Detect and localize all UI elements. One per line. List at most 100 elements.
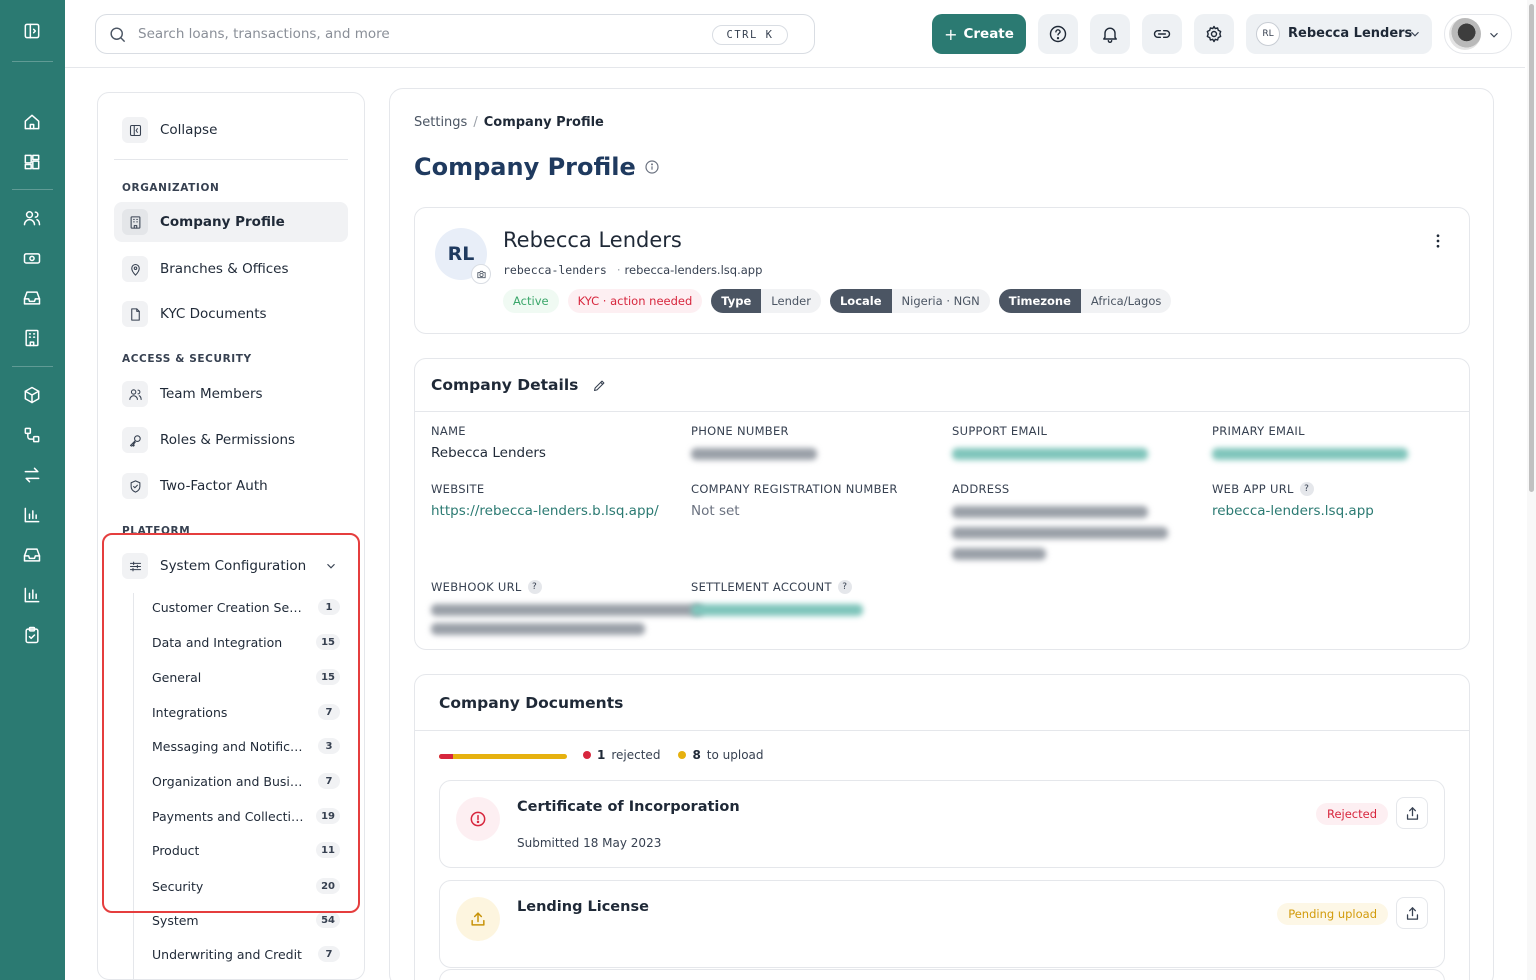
home-icon[interactable]	[20, 110, 44, 134]
sidebar-subitem[interactable]: Underwriting and Credit 7	[152, 943, 340, 965]
user-menu[interactable]	[1444, 14, 1512, 54]
shield-icon	[122, 473, 148, 499]
company-slug: rebecca-lenders · rebecca-lenders.lsq.ap…	[503, 263, 763, 277]
sidebar-subitem-label: Customer Creation Settings	[152, 599, 304, 615]
create-button[interactable]: + Create	[932, 14, 1026, 54]
sidebar-subitem-label: Messaging and Notifications	[152, 738, 304, 754]
loans-icon[interactable]	[20, 246, 44, 270]
search-icon	[108, 25, 127, 44]
sidebar-subitem-label: Underwriting and Credit	[152, 946, 302, 962]
collapse-button[interactable]: Collapse	[114, 110, 348, 150]
links-button[interactable]	[1142, 14, 1182, 54]
page-scrollbar[interactable]	[1527, 0, 1536, 980]
sidebar-subitem[interactable]: Payments and Collection 19	[152, 805, 340, 827]
help-icon	[1049, 25, 1067, 43]
account-avatar: RL	[1256, 22, 1280, 46]
document-row[interactable]: Certificate of Incorporation Submitted 1…	[439, 780, 1445, 868]
help-icon[interactable]: ?	[527, 580, 542, 594]
website-link[interactable]: https://rebecca-lenders.b.lsq.app/	[431, 501, 671, 521]
web-app-link[interactable]: rebecca-lenders.lsq.app	[1212, 501, 1452, 521]
profile-card: RL Rebecca Lenders rebecca-lenders · reb…	[414, 207, 1470, 334]
camera-icon[interactable]	[471, 264, 491, 284]
sidebar-item-branches[interactable]: Branches & Offices	[114, 249, 348, 289]
more-options-icon[interactable]	[1429, 232, 1447, 250]
sidebar-item-roles-permissions[interactable]: Roles & Permissions	[114, 420, 348, 460]
products-icon[interactable]	[20, 383, 44, 407]
sidebar-subitem[interactable]: Messaging and Notifications 3	[152, 735, 340, 757]
document-name: Lending License	[517, 899, 649, 915]
field-website: WEBSITE https://rebecca-lenders.b.lsq.ap…	[431, 482, 671, 521]
transfers-icon[interactable]	[20, 463, 44, 487]
sidebar-item-system-configuration[interactable]: System Configuration	[114, 546, 348, 586]
inbox-icon[interactable]	[20, 286, 44, 310]
upload-icon	[456, 897, 500, 941]
sidebar-subitem-label: Payments and Collection	[152, 808, 304, 824]
breadcrumb-current: Company Profile	[483, 115, 604, 130]
document-submitted: Submitted 18 May 2023	[517, 836, 662, 850]
document-name: Certificate of Incorporation	[517, 799, 740, 815]
avatar	[1449, 18, 1481, 50]
icon-rail	[0, 0, 65, 980]
help-icon[interactable]: ?	[837, 580, 852, 594]
status-badge: Rejected	[1315, 803, 1388, 825]
sidebar-subitem[interactable]: General 15	[152, 666, 340, 688]
sidebar-subitem[interactable]: Customer Creation Settings 1	[152, 596, 340, 618]
document-row[interactable]	[439, 969, 1445, 980]
sidebar-subitem[interactable]: System 54	[152, 909, 340, 931]
help-button[interactable]	[1038, 14, 1078, 54]
workflow-icon[interactable]	[20, 423, 44, 447]
info-icon[interactable]	[644, 159, 660, 175]
company-documents-card: Company Documents 1 rejected 8 to upload…	[414, 674, 1470, 980]
sidebar-subitem[interactable]: Organization and Business 7	[152, 770, 340, 792]
chevron-down-icon	[1487, 28, 1501, 42]
page-title: Company Profile	[414, 153, 660, 181]
sidebar-subitem-label: General	[152, 669, 202, 685]
sidebar-item-kyc-documents[interactable]: KYC Documents	[114, 294, 348, 334]
sliders-icon	[122, 553, 148, 579]
search-placeholder: Search loans, transactions, and more	[138, 26, 390, 42]
top-header: Search loans, transactions, and more CTR…	[65, 0, 1525, 68]
field-support-email: SUPPORT EMAIL	[952, 424, 1192, 460]
sidebar-item-two-factor-auth[interactable]: Two-Factor Auth	[114, 466, 348, 506]
sidebar-subitem-label: Integrations	[152, 704, 228, 720]
section-organization: ORGANIZATION	[122, 182, 220, 194]
document-row[interactable]: Lending License Pending upload	[439, 880, 1445, 968]
tasks-icon[interactable]	[20, 623, 44, 647]
help-icon[interactable]: ?	[1299, 482, 1314, 496]
account-name: Rebecca Lenders	[1288, 26, 1413, 41]
breadcrumb-settings[interactable]: Settings	[414, 115, 467, 130]
chevron-down-icon	[1408, 27, 1422, 41]
upload-button[interactable]	[1396, 797, 1428, 829]
sidebar-item-team-members[interactable]: Team Members	[114, 374, 348, 414]
location-pin-icon	[122, 256, 148, 282]
sidebar-subitem[interactable]: Data and Integration 15	[152, 631, 340, 653]
sidebar-subitem-label: Product	[152, 842, 200, 858]
count-badge: 1	[318, 599, 340, 615]
sidebar-item-company-profile[interactable]: Company Profile	[114, 202, 348, 242]
locale-chip: Locale Nigeria · NGN	[829, 289, 990, 313]
building-icon[interactable]	[20, 326, 44, 350]
sidebar-toggle-icon[interactable]	[20, 19, 44, 43]
company-name: Rebecca Lenders	[503, 228, 682, 252]
tray-icon[interactable]	[20, 543, 44, 567]
edit-icon[interactable]	[592, 378, 607, 393]
global-search[interactable]: Search loans, transactions, and more CTR…	[95, 14, 815, 54]
reports-icon[interactable]	[20, 503, 44, 527]
documents-legend: 1 rejected 8 to upload	[583, 748, 764, 762]
sidebar-subitem[interactable]: Security 20	[152, 875, 340, 897]
chevron-down-icon	[324, 559, 338, 573]
notifications-button[interactable]	[1090, 14, 1130, 54]
company-details-card: Company Details NAME Rebecca Lenders PHO…	[414, 358, 1470, 650]
upload-button[interactable]	[1396, 897, 1428, 929]
field-registration-number: COMPANY REGISTRATION NUMBER Not set	[691, 482, 898, 519]
analytics-icon[interactable]	[20, 583, 44, 607]
customers-icon[interactable]	[20, 206, 44, 230]
kyc-badge[interactable]: KYC · action needed	[567, 289, 703, 313]
sidebar-subitem[interactable]: Integrations 7	[152, 701, 340, 723]
sidebar-subitem[interactable]: Product 11	[152, 839, 340, 861]
settings-button[interactable]	[1194, 14, 1234, 54]
account-switcher[interactable]: RL Rebecca Lenders	[1246, 14, 1432, 54]
section-access-security: ACCESS & SECURITY	[122, 353, 252, 365]
dashboard-icon[interactable]	[20, 150, 44, 174]
field-primary-email: PRIMARY EMAIL	[1212, 424, 1452, 460]
